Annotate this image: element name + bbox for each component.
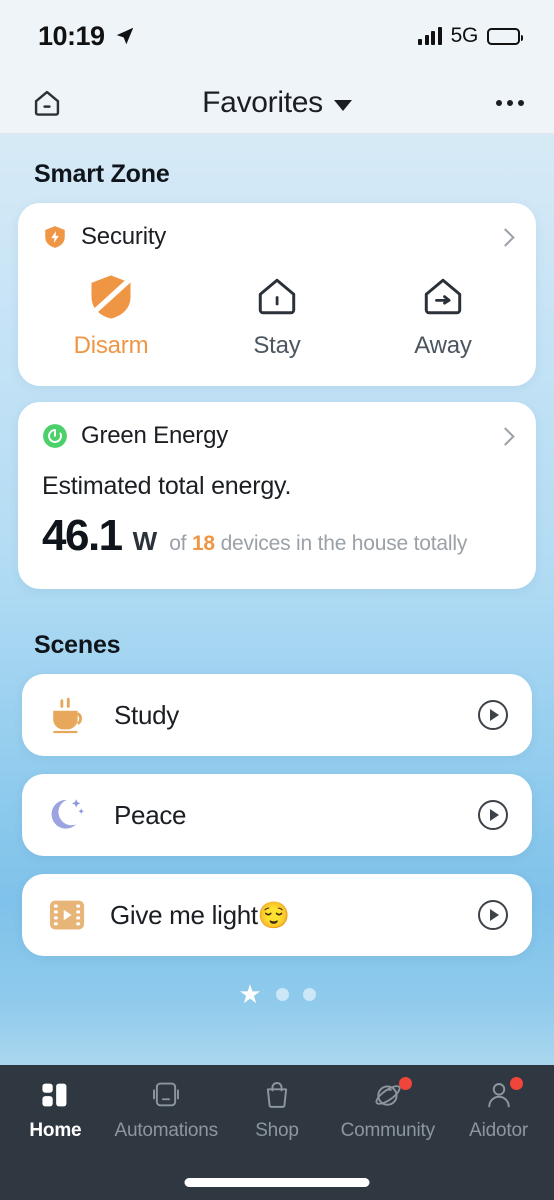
chevron-right-icon[interactable] xyxy=(496,426,515,446)
scene-row-study[interactable]: Study xyxy=(22,674,532,756)
green-plug-icon xyxy=(43,424,67,448)
play-circle-icon[interactable] xyxy=(478,700,508,730)
network-type-label: 5G xyxy=(450,24,479,47)
chevron-right-icon[interactable] xyxy=(496,227,515,247)
scene-name: Give me light😌 xyxy=(110,899,290,930)
status-bar: 10:19 5G xyxy=(0,0,554,72)
battery-icon xyxy=(487,27,523,45)
status-time: 10:19 xyxy=(38,20,105,51)
chevron-down-icon[interactable] xyxy=(333,99,352,111)
shield-slash-icon xyxy=(91,275,131,319)
tab-label: Community xyxy=(340,1120,435,1141)
energy-value-row: 46.1 W of 18 devices in the house totall… xyxy=(42,511,512,561)
house-stay-icon xyxy=(258,278,296,315)
status-time-group: 10:19 xyxy=(38,21,136,52)
energy-value: 46.1 xyxy=(42,511,123,560)
page-indicator: ★ xyxy=(0,974,554,1014)
security-mode-list: Disarm Stay Away xyxy=(18,251,536,386)
house-away-icon xyxy=(424,278,462,315)
shopping-bag-icon xyxy=(266,1082,288,1108)
security-mode-stay[interactable]: Stay xyxy=(194,271,360,360)
tab-badge-aidotor xyxy=(509,1077,523,1090)
energy-detail-prefix: of xyxy=(169,532,187,555)
film-strip-icon xyxy=(49,900,85,930)
page-indicator-dot[interactable] xyxy=(302,987,316,1001)
page-indicator-dot[interactable] xyxy=(275,987,289,1001)
green-energy-body: Estimated total energy. 46.1 W of 18 dev… xyxy=(18,450,536,589)
more-options-icon[interactable] xyxy=(496,99,524,106)
tab-label: Aidotor xyxy=(469,1120,528,1141)
home-indicator xyxy=(184,1178,370,1187)
scene-row-peace[interactable]: Peace xyxy=(22,774,532,856)
scenes-heading: Scenes xyxy=(34,631,121,659)
page-indicator-star-active[interactable]: ★ xyxy=(238,981,261,1007)
cellular-signal-icon xyxy=(418,27,442,45)
security-card-header[interactable]: Security xyxy=(18,203,536,251)
page-title[interactable]: Favorites xyxy=(202,86,323,120)
automation-icon xyxy=(153,1082,180,1107)
energy-unit: W xyxy=(132,526,158,556)
app-header: Favorites xyxy=(0,72,554,134)
home-outline-icon[interactable] xyxy=(30,86,74,120)
crescent-moon-icon xyxy=(51,799,84,829)
security-label: Security xyxy=(81,223,167,250)
scene-name: Study xyxy=(114,699,179,730)
status-indicators: 5G xyxy=(418,24,523,48)
play-circle-icon[interactable] xyxy=(478,900,508,930)
energy-device-count: 18 xyxy=(191,532,215,555)
energy-subtitle: Estimated total energy. xyxy=(42,472,292,500)
security-mode-label: Away xyxy=(414,332,472,359)
bottom-tab-bar: Home Automations Shop Community Aidotor xyxy=(0,1065,554,1200)
scene-row-give-me-light[interactable]: Give me light😌 xyxy=(22,874,532,956)
tab-label: Automations xyxy=(114,1120,218,1141)
security-mode-disarm[interactable]: Disarm xyxy=(28,271,194,360)
green-energy-label: Green Energy xyxy=(81,422,229,449)
tab-label: Shop xyxy=(255,1120,299,1141)
scene-name: Peace xyxy=(114,799,187,830)
green-energy-card[interactable]: Green Energy Estimated total energy. 46.… xyxy=(18,402,536,589)
security-card[interactable]: Security Disarm Stay Away xyxy=(18,203,536,386)
security-mode-label: Disarm xyxy=(73,332,149,359)
security-mode-away[interactable]: Away xyxy=(360,271,526,360)
title-group: Favorites xyxy=(0,86,554,120)
dashboard-icon xyxy=(42,1083,67,1107)
tab-badge-community xyxy=(398,1077,412,1090)
tab-aidotor[interactable]: Aidotor xyxy=(443,1077,554,1200)
location-arrow-icon xyxy=(116,27,133,45)
coffee-cup-icon xyxy=(53,697,82,734)
smart-zone-heading: Smart Zone xyxy=(34,160,170,188)
energy-detail: of 18 devices in the house totally xyxy=(169,532,467,556)
green-energy-card-header[interactable]: Green Energy xyxy=(18,402,536,450)
security-mode-label: Stay xyxy=(253,332,301,359)
play-circle-icon[interactable] xyxy=(478,800,508,830)
energy-detail-suffix: devices in the house totally xyxy=(220,532,468,555)
shield-bolt-icon xyxy=(45,226,65,248)
tab-home[interactable]: Home xyxy=(0,1079,111,1200)
tab-label: Home xyxy=(29,1120,82,1141)
